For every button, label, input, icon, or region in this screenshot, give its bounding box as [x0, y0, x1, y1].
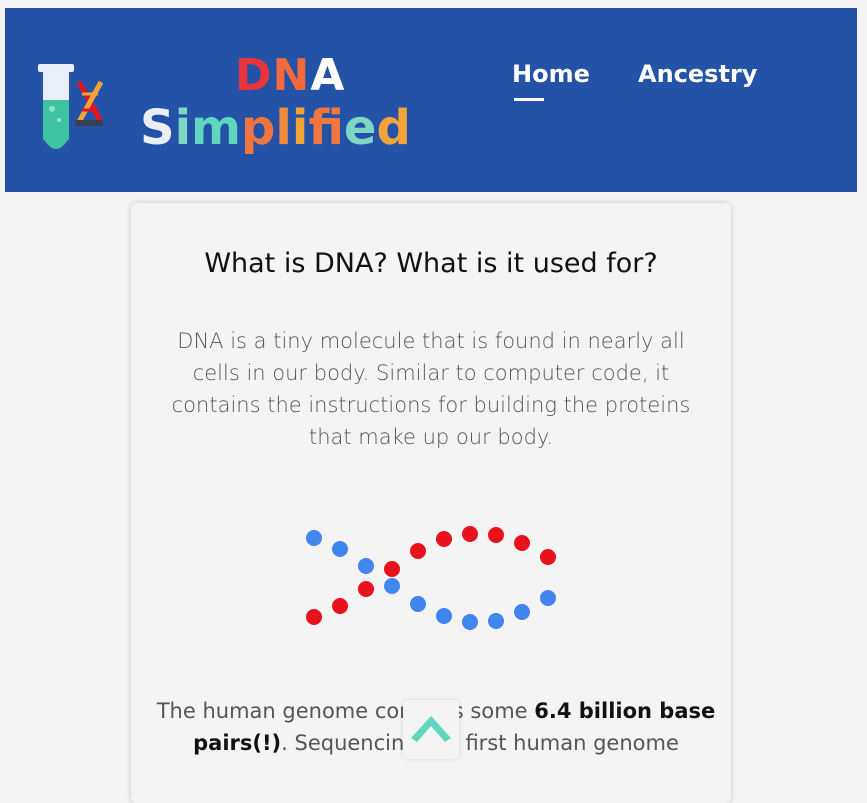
- helix-dot-blue: [462, 614, 478, 630]
- helix-dot-red: [436, 531, 452, 547]
- helix-dot-red: [462, 526, 478, 542]
- paragraph2-prefix: The human genome contains some: [156, 699, 535, 723]
- helix-dot-red: [410, 543, 426, 559]
- paragraph2-suffix: . Sequencing the first human genome: [281, 731, 679, 755]
- helix-dot-red: [306, 609, 322, 625]
- helix-dot-blue: [358, 558, 374, 574]
- helix-dot-blue: [384, 578, 400, 594]
- helix-dot-red: [540, 549, 556, 565]
- nav-home-link[interactable]: Home: [512, 60, 590, 101]
- helix-dot-red: [514, 535, 530, 551]
- helix-dot-blue: [540, 590, 556, 606]
- dna-helix-illustration: [306, 526, 556, 630]
- card-paragraph: DNA is a tiny molecule that is found in …: [171, 329, 691, 449]
- helix-dot-red: [332, 598, 348, 614]
- card-title: What is DNA? What is it used for?: [204, 248, 658, 279]
- active-underline: [514, 98, 544, 101]
- helix-dot-red: [358, 581, 374, 597]
- helix-dot-blue: [514, 604, 530, 620]
- main-nav: Home Ancestry: [5, 60, 857, 120]
- chevron-up-icon: [411, 716, 451, 742]
- helix-dot-red: [488, 527, 504, 543]
- helix-dot-red: [384, 561, 400, 577]
- helix-dot-blue: [436, 608, 452, 624]
- site-header: DNA Simplified Home Ancestry: [5, 8, 857, 192]
- nav-ancestry-link[interactable]: Ancestry: [638, 60, 757, 88]
- helix-dot-blue: [488, 613, 504, 629]
- nav-home-label: Home: [512, 60, 590, 88]
- nav-ancestry-label: Ancestry: [638, 60, 758, 88]
- helix-dot-blue: [332, 541, 348, 557]
- helix-dot-blue: [306, 530, 322, 546]
- scroll-to-top-button[interactable]: [403, 700, 459, 759]
- helix-dot-blue: [410, 596, 426, 612]
